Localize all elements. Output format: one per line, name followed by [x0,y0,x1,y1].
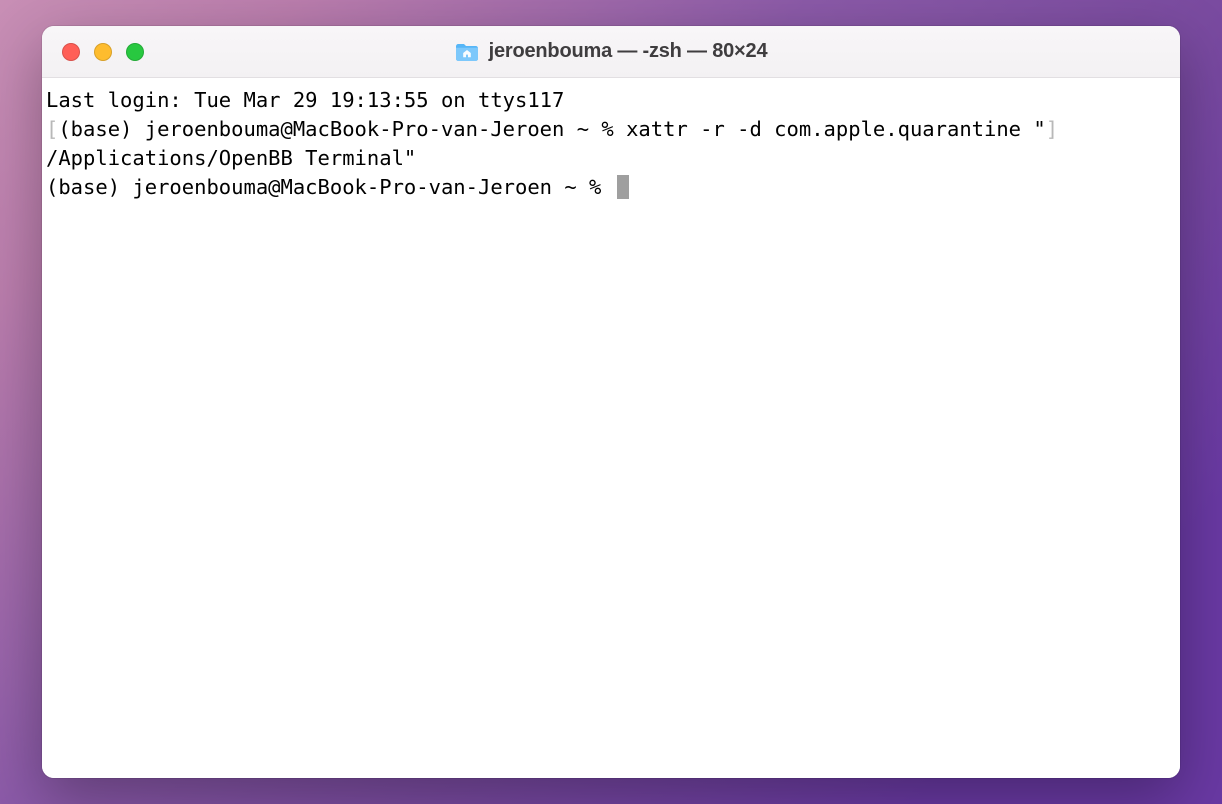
command-continuation-line: /Applications/OpenBB Terminal" [46,144,1176,173]
title-bar[interactable]: jeroenbouma — -zsh — 80×24 [42,26,1180,78]
command-line-1: [(base) jeroenbouma@MacBook-Pro-van-Jero… [46,115,1176,144]
title-wrap: jeroenbouma — -zsh — 80×24 [42,40,1180,63]
traffic-lights [42,43,144,61]
window-title: jeroenbouma — -zsh — 80×24 [489,40,768,63]
cursor [617,175,629,199]
bracket-open: [ [46,117,58,141]
prompt-2: (base) jeroenbouma@MacBook-Pro-van-Jeroe… [46,175,614,199]
minimize-button[interactable] [94,43,112,61]
terminal-window: jeroenbouma — -zsh — 80×24 Last login: T… [42,26,1180,778]
zoom-button[interactable] [126,43,144,61]
close-button[interactable] [62,43,80,61]
command-continuation: /Applications/OpenBB Terminal" [46,146,416,170]
last-login-text: Last login: Tue Mar 29 19:13:55 on ttys1… [46,88,564,112]
last-login-line: Last login: Tue Mar 29 19:13:55 on ttys1… [46,86,1176,115]
home-folder-icon [455,42,479,62]
prompt-1: (base) jeroenbouma@MacBook-Pro-van-Jeroe… [58,117,626,141]
command-text: xattr -r -d com.apple.quarantine " [626,117,1046,141]
prompt-line-2: (base) jeroenbouma@MacBook-Pro-van-Jeroe… [46,173,1176,202]
bracket-close: ] [1046,117,1058,141]
terminal-content[interactable]: Last login: Tue Mar 29 19:13:55 on ttys1… [42,78,1180,778]
